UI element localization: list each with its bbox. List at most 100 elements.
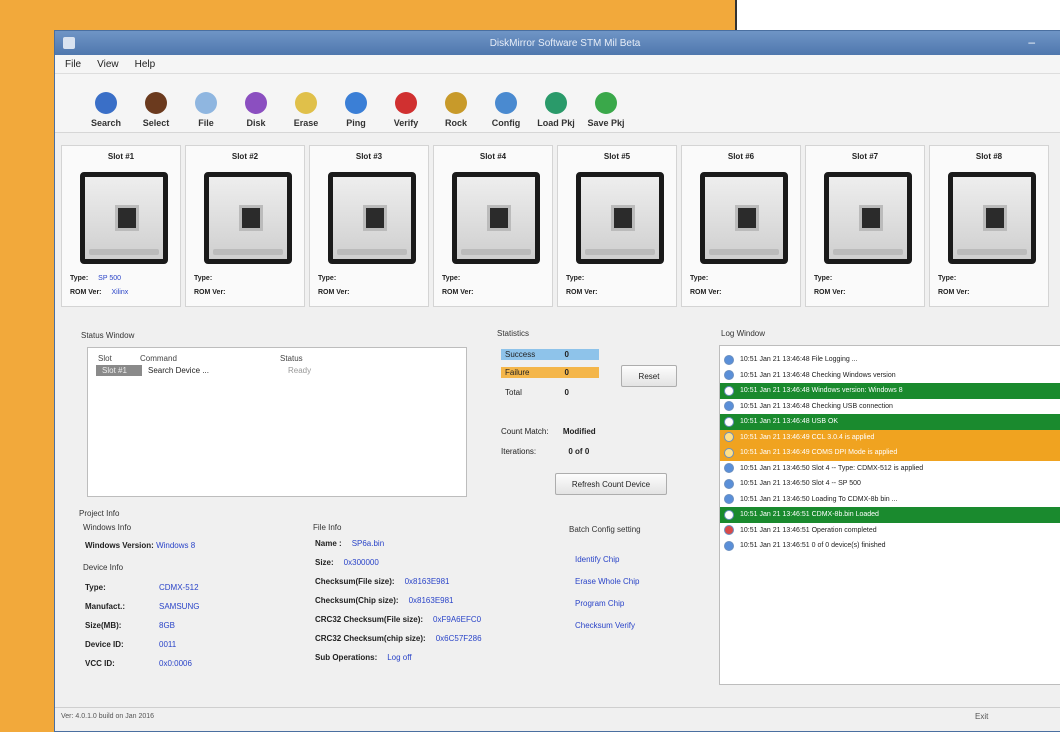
slot-rom-label: ROM Ver: [70,289,102,296]
file-info-row: CRC32 Checksum(chip size): 0x6C57F286 [315,634,482,643]
log-entry: 10:51 Jan 21 13:46:51 CDMX-8b.bin Loaded [720,507,1060,523]
batch-link-checksum-verify[interactable]: Checksum Verify [575,621,635,630]
log-status-icon [724,463,734,474]
slot-title: Slot #7 [851,152,879,161]
chip-icon [735,205,759,231]
stat-total: Total 0 [501,387,599,398]
device-info-label: Device Info [83,563,124,572]
batch-link-identify-chip[interactable]: Identify Chip [575,555,619,564]
slot-card[interactable]: Slot #1 Type: SP 500 ROM Ver: Xilinx [61,145,181,307]
refresh-count-button[interactable]: Refresh Count Device [555,473,667,495]
windows-version: Windows Version: Windows 8 [85,541,195,550]
log-entry-text: 10:51 Jan 21 13:46:48 USB OK [740,418,839,426]
file-info-label: CRC32 Checksum(chip size): [315,634,426,643]
file-info-label: File Info [313,523,342,532]
toolbar-config-button[interactable]: Config [483,80,529,132]
status-col-slot: Slot [98,354,112,363]
drive-icon [452,172,540,264]
config-icon [495,92,517,114]
toolbar-verify-button[interactable]: Verify [383,80,429,132]
window-title: DiskMirror Software STM Mil Beta [489,37,641,49]
slot-type-value: SP 500 [98,275,121,282]
toolbar-file-button[interactable]: File [183,80,229,132]
toolbar-search-button[interactable]: Search [83,80,129,132]
drive-base [709,249,779,255]
toolbar-rock-button[interactable]: Rock [433,80,479,132]
log-entry: 10:51 Jan 21 13:46:48 USB OK [720,414,1060,430]
toolbar-erase-button[interactable]: Erase [283,80,329,132]
reset-button[interactable]: Reset [621,365,677,387]
slot-rom-label: ROM Ver: [566,289,598,296]
slot-card[interactable]: Slot #4 Type: ROM Ver: [433,145,553,307]
log-entry: 10:51 Jan 21 13:46:48 Windows version: W… [720,383,1060,399]
slot-card[interactable]: Slot #3 Type: ROM Ver: [309,145,429,307]
file-info-label: Checksum(File size): [315,577,395,586]
status-row-slot: Slot #1 [96,365,142,376]
log-entry: 10:51 Jan 21 13:46:50 Slot 4 -- Type: CD… [720,461,1060,477]
slot-info: Type: ROM Ver: [318,272,360,300]
toolbar: Search Select File Disk Erase Ping Verify Rock C… [55,74,1060,133]
slot-type-label: Type: [318,275,337,282]
log-window-label: Log Window [721,329,766,338]
minimize-button[interactable]: – [1028,35,1035,49]
slot-type: Type: [814,272,856,286]
log-status-icon [724,416,734,427]
menu-file[interactable]: File [65,59,81,70]
menu-view[interactable]: View [97,59,119,70]
disk-icon [245,92,267,114]
statistics-label: Statistics [497,329,530,338]
toolbar-button-label: Config [491,118,521,128]
device-info-value: 0x0:0006 [159,659,192,668]
drive-icon [576,172,664,264]
chip-icon [859,205,883,231]
stat-failure: Failure 0 [501,367,599,378]
status-row-status: Ready [288,366,312,375]
log-status-icon [724,478,734,489]
slot-rom: ROM Ver: [938,286,980,300]
exit-label[interactable]: Exit [975,712,988,721]
slot-card[interactable]: Slot #6 Type: ROM Ver: [681,145,801,307]
slot-card[interactable]: Slot #7 Type: ROM Ver: [805,145,925,307]
drive-base [957,249,1027,255]
toolbar-button-label: Disk [246,118,266,128]
device-info-row: Manufact.: SAMSUNG [85,602,199,611]
file-info-value: 0x8163E981 [404,577,450,586]
slot-rom-label: ROM Ver: [690,289,722,296]
status-row[interactable]: Slot #1 Search Device ... Ready [88,365,466,376]
slot-type-label: Type: [690,275,709,282]
log-entry-text: 10:51 Jan 21 13:46:50 Loading To CDMX-8b… [740,495,898,503]
toolbar-select-button[interactable]: Select [133,80,179,132]
toolbar-button-label: Load Pkj [537,118,575,128]
batch-link-erase-whole-chip[interactable]: Erase Whole Chip [575,577,639,586]
slot-rom: ROM Ver: [442,286,484,300]
slot-card[interactable]: Slot #2 Type: ROM Ver: [185,145,305,307]
log-entry: 10:51 Jan 21 13:46:50 Slot 4 -- SP 500 [720,476,1060,492]
slot-title: Slot #3 [355,152,383,161]
slot-card[interactable]: Slot #8 Type: ROM Ver: [929,145,1049,307]
count-match-value: Modified [562,427,596,436]
batch-link-program-chip[interactable]: Program Chip [575,599,624,608]
stat-success: Success 0 [501,349,599,360]
file-info-value: 0x6C57F286 [435,634,482,643]
slot-card[interactable]: Slot #5 Type: ROM Ver: [557,145,677,307]
drive-base [337,249,407,255]
log-status-icon [724,370,734,381]
toolbar-button-label: Verify [393,118,419,128]
slot-rom-label: ROM Ver: [814,289,846,296]
background-window [735,0,1060,30]
iterations: Iterations: 0 of 0 [501,447,589,456]
device-info-row: Size(MB): 8GB [85,621,175,630]
title-bar[interactable]: DiskMirror Software STM Mil Beta – [55,31,1060,55]
toolbar-save-pkj-button[interactable]: Save Pkj [583,80,629,132]
status-bar-text: Ver: 4.0.1.0 build on Jan 2016 [61,713,155,720]
toolbar-load-pkj-button[interactable]: Load Pkj [533,80,579,132]
log-window[interactable]: 10:51 Jan 21 13:46:48 File Logging ... 10… [719,345,1060,685]
file-info-label: Sub Operations: [315,653,378,662]
file-info-label: Checksum(Chip size): [315,596,399,605]
slot-rom: ROM Ver: Xilinx [70,286,128,300]
slot-rom: ROM Ver: [194,286,236,300]
toolbar-disk-button[interactable]: Disk [233,80,279,132]
menu-help[interactable]: Help [135,59,156,70]
toolbar-ping-button[interactable]: Ping [333,80,379,132]
log-entry-text: 10:51 Jan 21 13:46:49 CCL 3.0.4 is appli… [740,433,875,441]
